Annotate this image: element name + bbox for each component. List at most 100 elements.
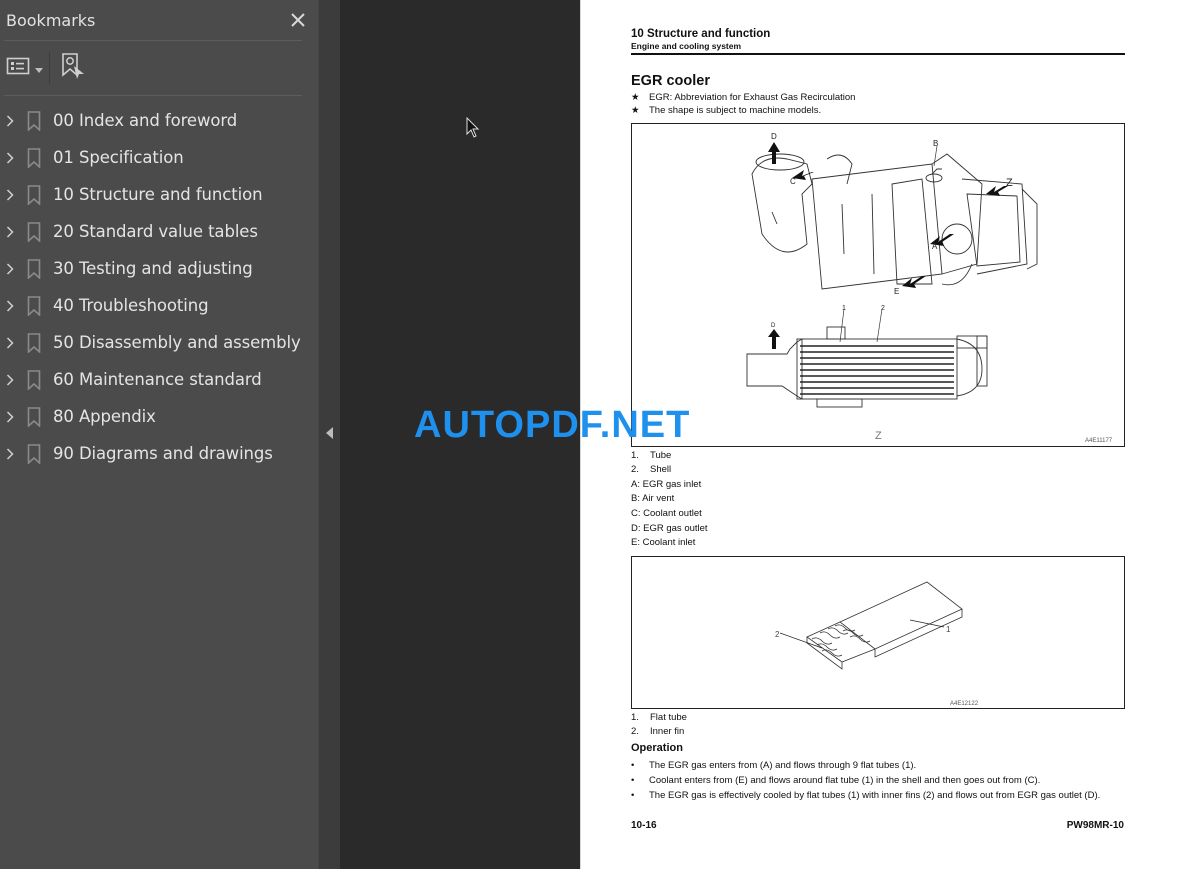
header-title: 10 Structure and function — [631, 28, 771, 40]
bookmark-item[interactable]: 90 Diagrams and drawings — [0, 435, 318, 472]
caption-item: C: Coolant outlet — [631, 508, 702, 519]
bookmark-icon — [22, 258, 46, 279]
chevron-right-icon[interactable] — [0, 151, 20, 164]
chevron-right-icon[interactable] — [0, 299, 20, 312]
caption-num: 2. — [631, 726, 639, 737]
page-number: 10-16 — [631, 820, 657, 831]
bookmark-item[interactable]: 80 Appendix — [0, 398, 318, 435]
collapse-left-icon — [325, 426, 334, 444]
bookmark-item[interactable]: 50 Disassembly and assembly — [0, 324, 318, 361]
label-z: Z — [1006, 177, 1013, 189]
label-d: D — [771, 132, 777, 141]
bookmark-item[interactable]: 40 Troubleshooting — [0, 287, 318, 324]
leader-1 — [839, 308, 845, 343]
bookmark-label: 40 Troubleshooting — [53, 296, 209, 315]
list-options-icon — [6, 56, 30, 80]
find-current-bookmark-button[interactable] — [60, 52, 86, 84]
mouse-cursor-icon — [466, 116, 480, 144]
chevron-right-icon[interactable] — [0, 336, 20, 349]
caption-item: 1. Flat tube — [631, 712, 687, 723]
bookmark-label: 90 Diagrams and drawings — [53, 444, 273, 463]
outlet-arrow-d — [768, 142, 780, 164]
collapse-panel-button[interactable] — [318, 0, 340, 869]
operation-title: Operation — [631, 742, 683, 754]
bookmark-label: 20 Standard value tables — [53, 222, 258, 241]
header-rule — [631, 53, 1125, 55]
bookmark-icon — [22, 110, 46, 131]
chevron-down-icon — [35, 59, 43, 78]
chevron-right-icon[interactable] — [0, 225, 20, 238]
leader-1 — [909, 619, 945, 628]
bookmark-item[interactable]: 30 Testing and adjusting — [0, 250, 318, 287]
bookmark-item[interactable]: 60 Maintenance standard — [0, 361, 318, 398]
chevron-right-icon[interactable] — [0, 410, 20, 423]
outlet-arrow-section — [768, 329, 780, 349]
caption-num: E: — [631, 537, 640, 548]
bookmark-label: 01 Specification — [53, 148, 184, 167]
caption-num: 1. — [631, 450, 639, 461]
options-menu-button[interactable] — [6, 56, 43, 80]
bookmark-item[interactable]: 10 Structure and function — [0, 176, 318, 213]
caption-text: Tube — [650, 450, 672, 461]
bookmark-item[interactable]: 01 Specification — [0, 139, 318, 176]
bookmark-label: 30 Testing and adjusting — [53, 259, 253, 278]
bookmark-icon — [22, 147, 46, 168]
caption-text: Coolant inlet — [642, 537, 696, 548]
bookmark-item[interactable]: 20 Standard value tables — [0, 213, 318, 250]
toolbar-separator — [49, 52, 50, 84]
operation-text: Coolant enters from (E) and flows around… — [649, 775, 1041, 786]
caption-num: D: — [631, 523, 641, 534]
bookmark-item[interactable]: 00 Index and foreword — [0, 102, 318, 139]
bookmark-icon — [22, 295, 46, 316]
chevron-right-icon[interactable] — [0, 188, 20, 201]
bookmarks-panel: Bookmarks 00 Index and foreword 01 Specif… — [0, 0, 318, 869]
bookmark-label: 00 Index and foreword — [53, 111, 238, 130]
caption-item: E: Coolant inlet — [631, 537, 695, 548]
bookmark-label: 60 Maintenance standard — [53, 370, 262, 389]
tube-top — [839, 581, 963, 650]
caption-text: EGR gas outlet — [643, 523, 708, 534]
bookmark-icon — [22, 369, 46, 390]
egr-cooler-figure: D C B Z A E D 1 2 Z A4E11177 — [631, 123, 1125, 447]
flat-tube-figure: 1 2 A4E12122 — [631, 556, 1125, 709]
chevron-right-icon[interactable] — [0, 373, 20, 386]
egr-cooler-drawing: D C B Z A E D 1 2 Z A4E11177 — [746, 132, 1113, 444]
model-number: PW98MR-10 — [1066, 820, 1124, 831]
chevron-right-icon[interactable] — [0, 114, 20, 127]
leader-2 — [779, 632, 823, 649]
note-item: ★ The shape is subject to machine models… — [631, 105, 821, 116]
bullet-icon: • — [631, 790, 635, 801]
caption-num: 1. — [631, 712, 639, 723]
bookmark-icon — [22, 184, 46, 205]
label-1: 1 — [946, 625, 951, 634]
figure-code: A4E11177 — [1085, 438, 1113, 444]
caption-item: D: EGR gas outlet — [631, 523, 708, 534]
bookmarks-title: Bookmarks — [6, 10, 96, 30]
operation-item: • The EGR gas is effectively cooled by fl… — [631, 790, 1100, 801]
caption-num: A: — [631, 479, 640, 490]
caption-text: Flat tube — [650, 712, 687, 723]
operation-text: The EGR gas is effectively cooled by fla… — [649, 790, 1101, 801]
close-icon[interactable] — [286, 8, 310, 32]
caption-item: A: EGR gas inlet — [631, 479, 701, 490]
label-a: A — [932, 242, 938, 251]
bullet-icon: • — [631, 775, 635, 786]
operation-item: • The EGR gas enters from (A) and flows t… — [631, 760, 916, 771]
bookmarks-header: Bookmarks — [0, 0, 318, 40]
label-2: 2 — [775, 630, 780, 639]
chevron-right-icon[interactable] — [0, 447, 20, 460]
caption-item: B: Air vent — [631, 493, 674, 504]
label-e: E — [894, 287, 899, 296]
chevron-right-icon[interactable] — [0, 262, 20, 275]
watermark: AUTOPDF.NET — [414, 404, 691, 446]
bookmark-list: 00 Index and foreword 01 Specification 10 … — [0, 96, 318, 472]
note-item: ★ EGR: Abbreviation for Exhaust Gas Reci… — [631, 92, 855, 103]
bookmark-label: 80 Appendix — [53, 407, 156, 426]
note-text: The shape is subject to machine models. — [649, 105, 822, 116]
leader-b — [933, 145, 938, 167]
caption-num: B: — [631, 493, 640, 504]
caption-item: 1. Tube — [631, 450, 671, 461]
caption-item: 2. Shell — [631, 464, 671, 475]
header-subtitle: Engine and cooling system — [631, 41, 742, 51]
label-b: B — [933, 139, 938, 148]
